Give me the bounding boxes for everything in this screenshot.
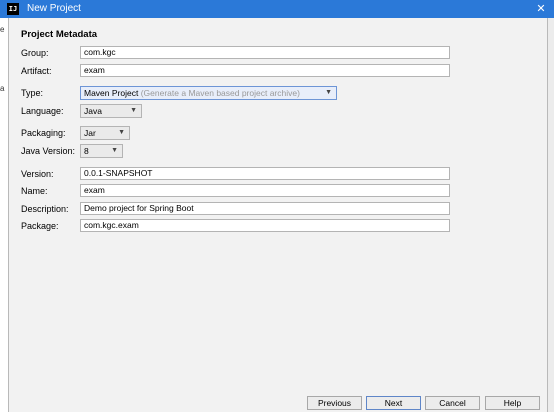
- chevron-down-icon: ▼: [325, 89, 332, 96]
- java-version-select[interactable]: 8 ▼: [80, 144, 123, 158]
- name-label: Name:: [21, 186, 48, 196]
- version-label: Version:: [21, 169, 54, 179]
- description-field[interactable]: Demo project for Spring Boot: [80, 202, 450, 215]
- background-window-edge: [547, 18, 554, 420]
- java-version-value: 8: [84, 146, 89, 156]
- background-char: a: [0, 84, 5, 93]
- type-select[interactable]: Maven Project (Generate a Maven based pr…: [80, 86, 337, 100]
- language-value: Java: [84, 106, 102, 116]
- window-title: New Project: [27, 3, 81, 14]
- language-label: Language:: [21, 106, 64, 116]
- name-field[interactable]: exam: [80, 184, 450, 197]
- intellij-logo-icon: IJ: [7, 3, 19, 15]
- title-bar: IJ New Project ✕: [0, 0, 554, 18]
- description-label: Description:: [21, 204, 69, 214]
- chevron-down-icon: ▼: [111, 147, 118, 154]
- chevron-down-icon: ▼: [118, 129, 125, 136]
- packaging-label: Packaging:: [21, 128, 66, 138]
- cancel-button[interactable]: Cancel: [425, 396, 480, 410]
- close-icon[interactable]: ✕: [534, 2, 548, 16]
- help-button[interactable]: Help: [485, 396, 540, 410]
- package-label: Package:: [21, 221, 59, 231]
- previous-button[interactable]: Previous: [307, 396, 362, 410]
- group-label: Group:: [21, 48, 49, 58]
- next-button[interactable]: Next: [366, 396, 421, 410]
- artifact-field[interactable]: exam: [80, 64, 450, 77]
- group-field[interactable]: com.kgc: [80, 46, 450, 59]
- packaging-value: Jar: [84, 128, 96, 138]
- language-select[interactable]: Java ▼: [80, 104, 142, 118]
- package-field[interactable]: com.kgc.exam: [80, 219, 450, 232]
- type-hint: (Generate a Maven based project archive): [140, 88, 300, 98]
- new-project-dialog: Project Metadata Group: com.kgc Artifact…: [8, 18, 548, 412]
- java-version-label: Java Version:: [21, 146, 76, 156]
- background-editor: e a: [0, 18, 8, 420]
- background-text-strip: [0, 412, 554, 420]
- version-field[interactable]: 0.0.1-SNAPSHOT: [80, 167, 450, 180]
- chevron-down-icon: ▼: [130, 107, 137, 114]
- type-label: Type:: [21, 88, 44, 98]
- type-value: Maven Project: [84, 88, 139, 98]
- packaging-select[interactable]: Jar ▼: [80, 126, 130, 140]
- artifact-label: Artifact:: [21, 66, 52, 76]
- section-title: Project Metadata: [21, 29, 98, 40]
- background-char: e: [0, 25, 5, 34]
